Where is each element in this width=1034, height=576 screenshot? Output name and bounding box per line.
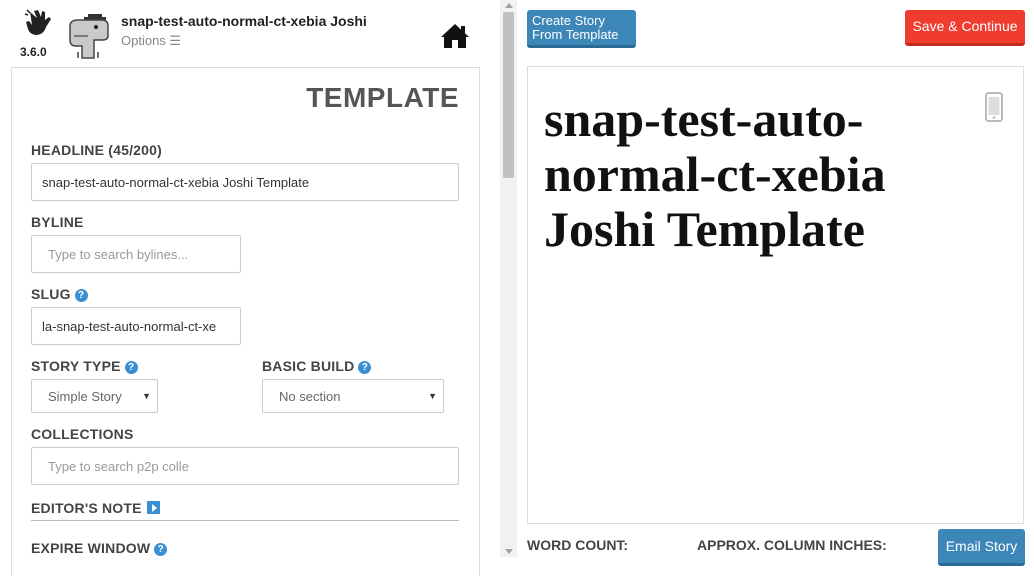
expire-window-label: EXPIRE WINDOW? bbox=[31, 540, 168, 556]
story-type-label-text: STORY TYPE bbox=[31, 358, 121, 374]
word-count-label: WORD COUNT: bbox=[527, 537, 629, 553]
home-icon[interactable] bbox=[440, 22, 470, 50]
help-icon[interactable]: ? bbox=[74, 289, 88, 302]
story-type-value: Simple Story bbox=[48, 388, 122, 404]
story-preview: snap-test-auto-normal-ct-xebia Joshi Tem… bbox=[527, 66, 1024, 524]
help-icon[interactable]: ? bbox=[154, 543, 168, 556]
basic-build-select[interactable]: No section ▼ bbox=[262, 379, 444, 413]
save-continue-button[interactable]: Save & Continue bbox=[905, 10, 1025, 46]
editors-note-toggle[interactable]: EDITOR'S NOTE bbox=[31, 500, 160, 516]
slug-label: SLUG? bbox=[31, 286, 88, 302]
byline-input[interactable]: Type to search bylines... bbox=[31, 235, 241, 273]
version-label: 3.6.0 bbox=[20, 45, 47, 59]
basic-build-value: No section bbox=[279, 388, 341, 404]
caret-down-icon: ▼ bbox=[142, 391, 151, 401]
byline-label: BYLINE bbox=[31, 214, 84, 230]
options-menu-button[interactable]: Options ☰ bbox=[121, 33, 181, 49]
story-title: snap-test-auto-normal-ct-xebia Joshi bbox=[121, 13, 367, 29]
template-form: TEMPLATE HEADLINE (45/200) snap-test-aut… bbox=[11, 67, 480, 576]
scroll-up-arrow-icon[interactable] bbox=[505, 3, 513, 8]
collections-input[interactable]: Type to search p2p colle bbox=[31, 447, 459, 485]
collections-label: COLLECTIONS bbox=[31, 426, 134, 442]
top-bar: 3.6.0 snap-test-auto-normal-ct-xebia Jos… bbox=[0, 0, 500, 66]
scroll-thumb[interactable] bbox=[503, 12, 514, 178]
slug-label-text: SLUG bbox=[31, 286, 71, 302]
divider bbox=[31, 520, 459, 521]
headline-label: HEADLINE (45/200) bbox=[31, 142, 162, 158]
mobile-phone-icon[interactable] bbox=[985, 92, 1003, 122]
scroll-down-arrow-icon[interactable] bbox=[505, 549, 513, 554]
scrollbar[interactable] bbox=[500, 0, 517, 557]
headline-input[interactable]: snap-test-auto-normal-ct-xebia Joshi Tem… bbox=[31, 163, 459, 201]
dino-avatar-icon[interactable] bbox=[64, 12, 110, 62]
basic-build-label-text: BASIC BUILD bbox=[262, 358, 355, 374]
editor-panel: 3.6.0 snap-test-auto-normal-ct-xebia Jos… bbox=[0, 0, 500, 576]
play-icon[interactable] bbox=[146, 501, 160, 514]
email-story-button[interactable]: Email Story bbox=[938, 529, 1025, 566]
snap-hand-icon[interactable] bbox=[24, 8, 52, 38]
slug-input[interactable]: la-snap-test-auto-normal-ct-xe bbox=[31, 307, 241, 345]
story-type-label: STORY TYPE? bbox=[31, 358, 138, 374]
caret-down-icon: ▼ bbox=[428, 391, 437, 401]
preview-headline: snap-test-auto-normal-ct-xebia Joshi Tem… bbox=[544, 91, 886, 257]
basic-build-label: BASIC BUILD? bbox=[262, 358, 372, 374]
help-icon[interactable]: ? bbox=[358, 361, 372, 374]
create-from-template-button[interactable]: Create Story From Template bbox=[527, 10, 636, 48]
help-icon[interactable]: ? bbox=[124, 361, 138, 374]
form-heading: TEMPLATE bbox=[306, 82, 459, 113]
editors-note-label: EDITOR'S NOTE bbox=[31, 500, 142, 516]
expire-window-label-text: EXPIRE WINDOW bbox=[31, 540, 151, 556]
column-inches-label: APPROX. COLUMN INCHES: bbox=[697, 537, 887, 553]
story-type-select[interactable]: Simple Story ▼ bbox=[31, 379, 158, 413]
